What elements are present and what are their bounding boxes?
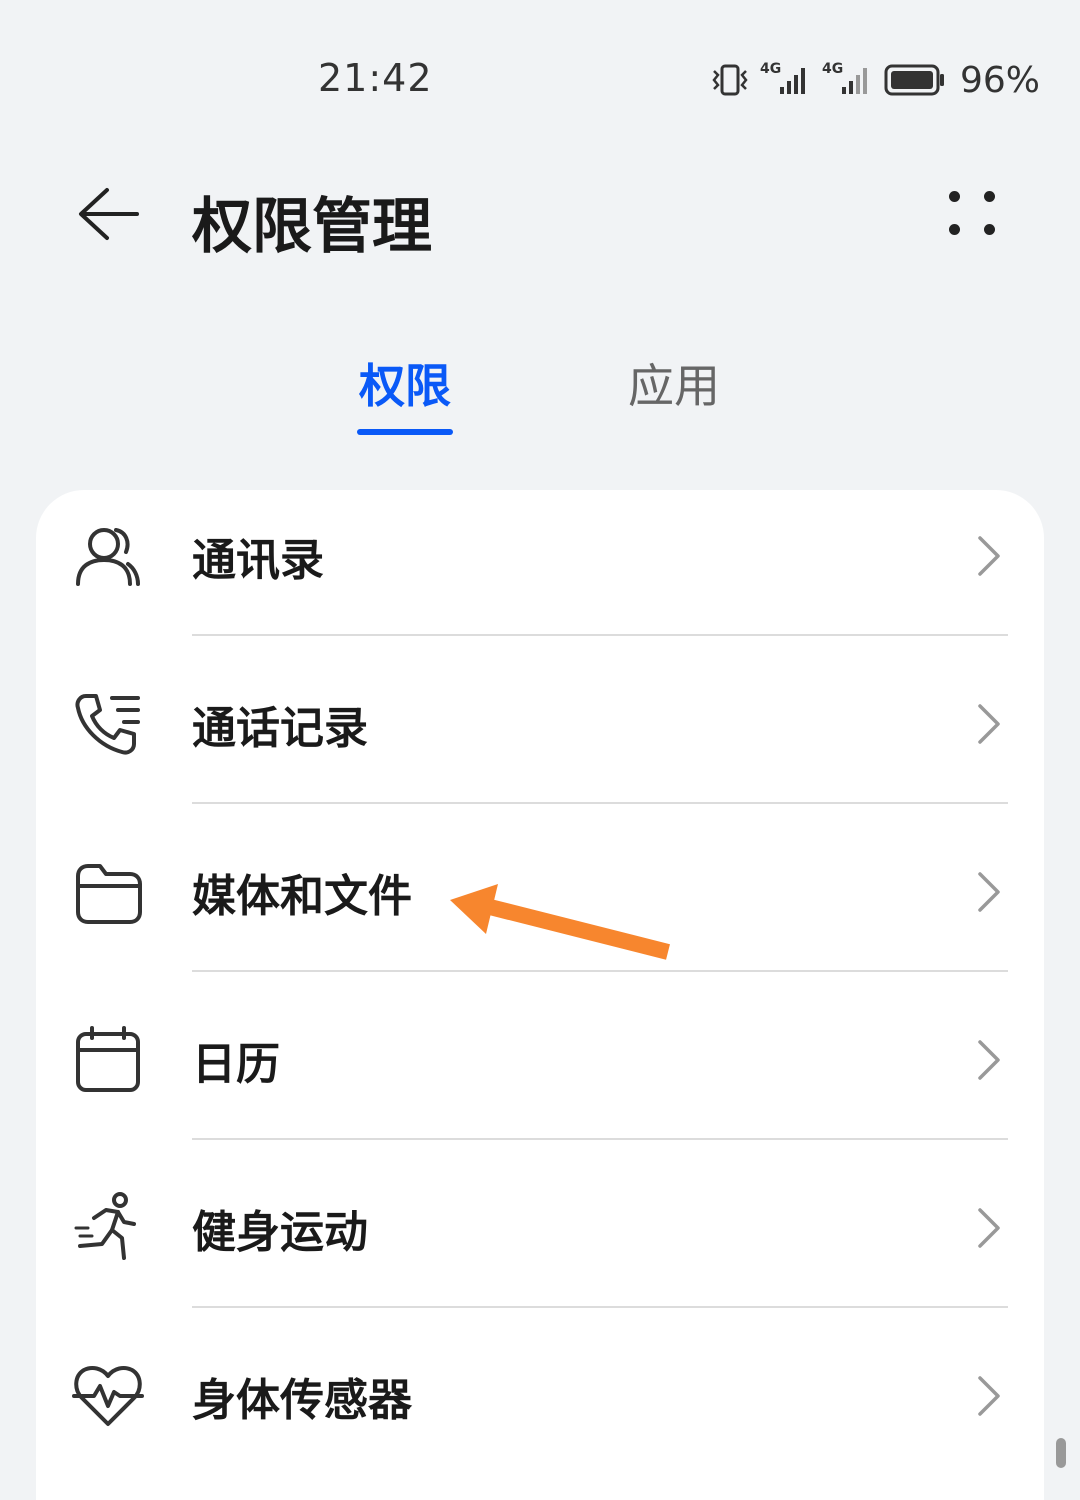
scrollbar[interactable] [1056,1438,1066,1468]
signal-4g-icon: 4G [822,61,874,97]
divider [192,634,1008,636]
chevron-right-icon [978,704,1000,744]
chevron-right-icon [978,872,1000,912]
item-label: 通话记录 [192,703,368,754]
tab-apps[interactable]: 应用 [626,350,722,435]
back-button[interactable] [72,184,144,244]
page-title: 权限管理 [192,192,432,262]
running-icon [74,1192,136,1260]
item-label: 日历 [192,1039,280,1090]
item-label: 身体传感器 [192,1375,412,1426]
folder-icon [76,864,142,924]
heart-rate-icon [72,1366,144,1426]
calendar-icon [76,1026,140,1092]
divider [192,1306,1008,1308]
list-item-calendar[interactable]: 日历 [36,994,1044,1162]
divider [192,802,1008,804]
list-item-contacts[interactable]: 通讯录 [36,490,1044,658]
status-time: 21:42 [318,56,433,100]
battery-percentage: 96% [959,59,1040,101]
divider [192,970,1008,972]
tab-label: 权限 [359,359,451,413]
divider [192,1138,1008,1140]
item-label: 健身运动 [192,1207,368,1258]
item-label: 媒体和文件 [192,871,412,922]
list-item-fitness[interactable]: 健身运动 [36,1162,1044,1330]
back-arrow-icon [79,188,139,240]
call-log-icon [75,694,140,755]
list-item-body-sensors[interactable]: 身体传感器 [36,1330,1044,1498]
vibrate-icon [710,63,750,97]
chevron-right-icon [978,536,1000,576]
item-label: 通讯录 [192,535,324,586]
chevron-right-icon [978,1040,1000,1080]
annotation-arrow-icon [450,884,670,960]
contacts-icon [76,528,140,586]
battery-icon [884,63,946,97]
tab-bar: 权限 应用 [0,350,1080,440]
status-bar: 21:42 4G 4G 96% [0,0,1080,150]
tab-indicator [357,429,453,435]
chevron-right-icon [978,1376,1000,1416]
status-icons: 4G 4G 96% [710,58,1040,102]
signal-4g-icon: 4G [760,61,812,97]
tab-permissions[interactable]: 权限 [357,350,453,435]
permissions-list: 通讯录 通话记录 媒体和文件 日历 健身运动 身体传感器 [36,490,1044,1500]
app-header: 权限管理 [0,170,1080,262]
list-item-call-log[interactable]: 通话记录 [36,658,1044,826]
more-options-button[interactable] [940,182,1006,248]
tab-label: 应用 [628,359,720,413]
chevron-right-icon [978,1208,1000,1248]
